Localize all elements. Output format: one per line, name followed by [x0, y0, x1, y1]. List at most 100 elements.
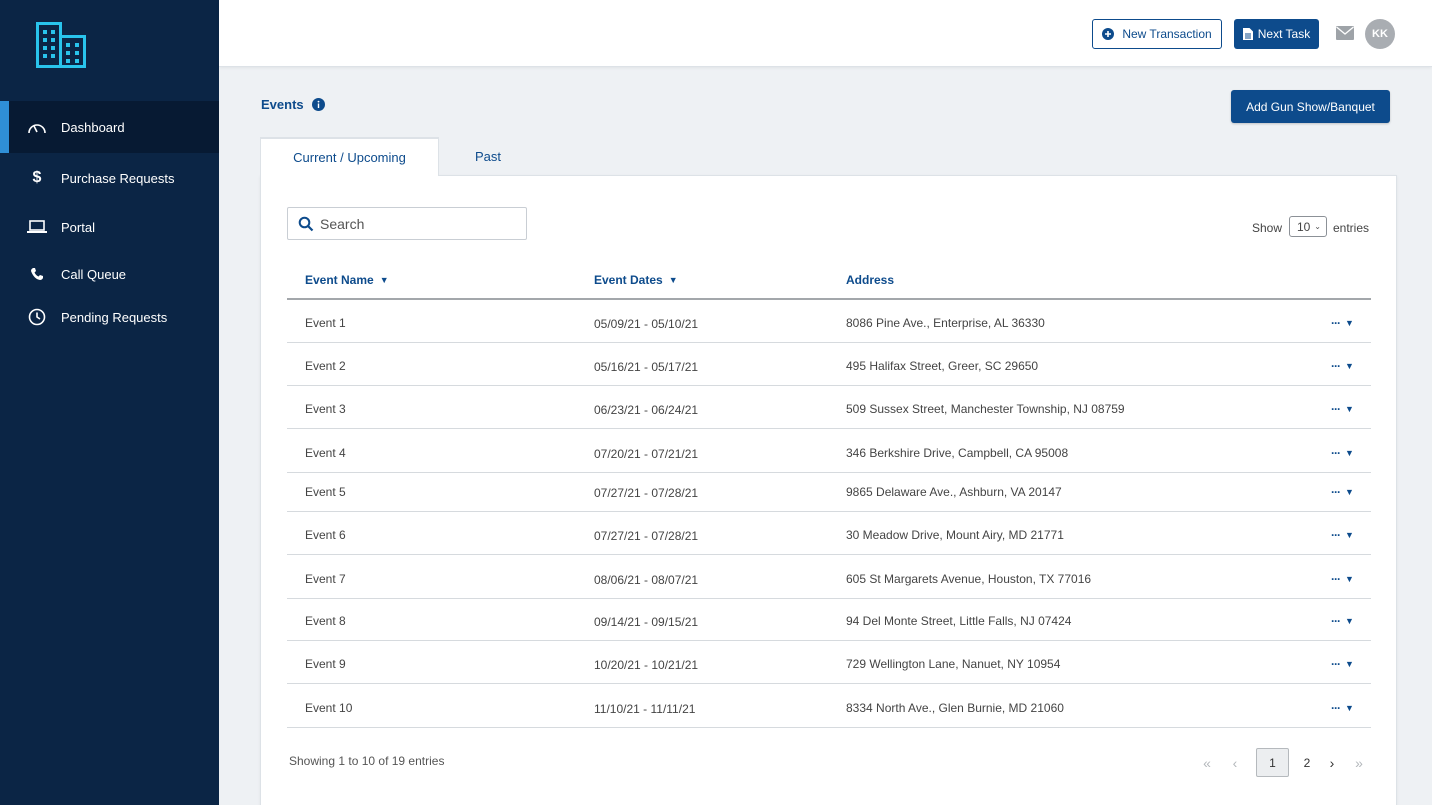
event-name-cell: Event 6: [305, 528, 346, 542]
caret-down-icon: ▼: [1345, 487, 1354, 497]
row-actions-menu[interactable]: ··· ▼: [1331, 658, 1359, 670]
dollar-icon: $: [32, 169, 42, 186]
sidebar-item-portal[interactable]: Portal: [0, 201, 219, 253]
chevron-down-icon: ⌄: [1314, 222, 1321, 231]
table-row: Event 2 05/16/21 - 05/17/21 495 Halifax St…: [287, 343, 1371, 386]
ellipsis-icon: ···: [1331, 614, 1341, 628]
event-name-cell: Event 3: [305, 402, 346, 416]
tab-current-upcoming[interactable]: Current / Upcoming: [260, 137, 439, 176]
event-name-cell: Event 4: [305, 446, 346, 460]
row-actions-menu[interactable]: ··· ▼: [1331, 360, 1359, 372]
sort-caret-icon: ▼: [379, 275, 389, 285]
caret-down-icon: ▼: [1345, 361, 1354, 371]
next-task-label: Next Task: [1257, 27, 1311, 41]
search-box: [287, 207, 527, 240]
ellipsis-icon: ···: [1331, 446, 1341, 460]
table-row: Event 7 08/06/21 - 08/07/21 605 St Margare…: [287, 556, 1371, 599]
show-label: Show: [1252, 221, 1283, 235]
sidebar-item-label: Call Queue: [61, 266, 127, 282]
row-actions-menu[interactable]: ··· ▼: [1331, 317, 1359, 329]
row-actions-menu[interactable]: ··· ▼: [1331, 702, 1359, 714]
speedometer-icon: [26, 117, 48, 137]
avatar[interactable]: KK: [1365, 19, 1395, 49]
laptop-icon: [26, 217, 48, 237]
sidebar-item-dashboard[interactable]: Dashboard: [0, 101, 219, 153]
sidebar-item-label: Dashboard: [61, 119, 125, 135]
event-dates-cell: 11/10/21 - 11/11/21: [594, 702, 696, 716]
caret-down-icon: ▼: [1345, 318, 1354, 328]
event-dates-cell: 06/23/21 - 06/24/21: [594, 403, 699, 417]
first-page-icon[interactable]: «: [1197, 748, 1217, 777]
row-actions-menu[interactable]: ··· ▼: [1331, 486, 1359, 498]
page-2-button[interactable]: 2: [1297, 748, 1317, 777]
event-dates-cell: 07/27/21 - 07/28/21: [594, 486, 699, 500]
event-name-cell: Event 8: [305, 614, 346, 628]
event-name-cell: Event 5: [305, 485, 346, 499]
table-row: Event 5 07/27/21 - 07/28/21 9865 Delaware …: [287, 469, 1371, 512]
address-cell: 509 Sussex Street, Manchester Township, …: [846, 402, 1125, 416]
table-row: Event 8 09/14/21 - 09/15/21 94 Del Monte S…: [287, 598, 1371, 641]
row-actions-menu[interactable]: ··· ▼: [1331, 447, 1359, 459]
table-row: Event 6 07/27/21 - 07/28/21 30 Meadow Driv…: [287, 512, 1371, 555]
row-actions-menu[interactable]: ··· ▼: [1331, 403, 1359, 415]
tab-past[interactable]: Past: [439, 137, 537, 176]
search-input[interactable]: [320, 214, 520, 234]
address-cell: 8334 North Ave., Glen Burnie, MD 21060: [846, 701, 1064, 715]
next-task-button[interactable]: Next Task: [1234, 19, 1319, 49]
caret-down-icon: ▼: [1345, 703, 1354, 713]
table-row: Event 10 11/10/21 - 11/11/21 8334 North Av…: [287, 685, 1371, 728]
event-dates-cell: 07/27/21 - 07/28/21: [594, 529, 699, 543]
entries-label: entries: [1333, 221, 1370, 235]
event-dates-cell: 09/14/21 - 09/15/21: [594, 615, 699, 629]
events-panel: Show 10 ⌄ entries Event Name ▼ Event Dat…: [260, 175, 1397, 805]
row-actions-menu[interactable]: ··· ▼: [1331, 573, 1359, 585]
event-name-cell: Event 2: [305, 359, 346, 373]
page-1-button[interactable]: 1: [1256, 748, 1289, 777]
last-page-icon[interactable]: »: [1349, 748, 1369, 777]
sidebar: Dashboard $ Purchase Requests Portal Cal…: [0, 0, 219, 805]
top-header: New Transaction Next Task KK: [219, 0, 1432, 67]
new-transaction-label: New Transaction: [1122, 27, 1212, 41]
ellipsis-icon: ···: [1331, 359, 1341, 373]
previous-page-icon[interactable]: ‹: [1225, 748, 1245, 777]
ellipsis-icon: ···: [1331, 528, 1341, 542]
sidebar-item-label: Purchase Requests: [61, 170, 175, 186]
building-icon[interactable]: [36, 22, 86, 68]
sidebar-item-label: Pending Requests: [61, 309, 168, 325]
table-row: Event 1 05/09/21 - 05/10/21 8086 Pine Ave.…: [287, 300, 1371, 343]
sidebar-item-purchase-requests[interactable]: $ Purchase Requests: [0, 152, 219, 204]
event-name-cell: Event 1: [305, 316, 346, 330]
event-dates-cell: 10/20/21 - 10/21/21: [594, 658, 699, 672]
table-row: Event 3 06/23/21 - 06/24/21 509 Sussex Str…: [287, 386, 1371, 429]
table-row: Event 9 10/20/21 - 10/21/21 729 Wellington…: [287, 641, 1371, 684]
sidebar-item-label: Portal: [61, 219, 95, 235]
sort-caret-icon: ▼: [668, 275, 678, 285]
column-header-event-dates[interactable]: Event Dates ▼: [594, 273, 678, 287]
address-cell: 495 Halifax Street, Greer, SC 29650: [846, 359, 1039, 373]
ellipsis-icon: ···: [1331, 402, 1341, 416]
caret-down-icon: ▼: [1345, 448, 1354, 458]
address-cell: 346 Berkshire Drive, Campbell, CA 95008: [846, 446, 1069, 460]
entries-per-page-select[interactable]: 10 ⌄: [1289, 216, 1327, 237]
event-dates-cell: 05/16/21 - 05/17/21: [594, 360, 699, 374]
address-cell: 729 Wellington Lane, Nanuet, NY 10954: [846, 657, 1061, 671]
next-page-icon[interactable]: ›: [1322, 748, 1342, 777]
row-actions-menu[interactable]: ··· ▼: [1331, 529, 1359, 541]
column-header-event-name[interactable]: Event Name ▼: [305, 273, 389, 287]
mail-icon[interactable]: [1336, 25, 1354, 41]
row-actions-menu[interactable]: ··· ▼: [1331, 615, 1359, 627]
address-cell: 30 Meadow Drive, Mount Airy, MD 21771: [846, 528, 1064, 542]
sidebar-item-pending-requests[interactable]: Pending Requests: [0, 291, 219, 343]
ellipsis-icon: ···: [1331, 572, 1341, 586]
address-cell: 8086 Pine Ave., Enterprise, AL 36330: [846, 316, 1045, 330]
add-gun-show-banquet-button[interactable]: Add Gun Show/Banquet: [1231, 90, 1390, 123]
address-cell: 94 Del Monte Street, Little Falls, NJ 07…: [846, 614, 1072, 628]
info-icon[interactable]: [312, 98, 325, 111]
caret-down-icon: ▼: [1345, 404, 1354, 414]
event-dates-cell: 07/20/21 - 07/21/21: [594, 447, 699, 461]
caret-down-icon: ▼: [1345, 616, 1354, 626]
caret-down-icon: ▼: [1345, 574, 1354, 584]
address-cell: 605 St Margarets Avenue, Houston, TX 770…: [846, 572, 1092, 586]
column-header-label: Address: [846, 273, 895, 287]
new-transaction-button[interactable]: New Transaction: [1092, 19, 1222, 49]
